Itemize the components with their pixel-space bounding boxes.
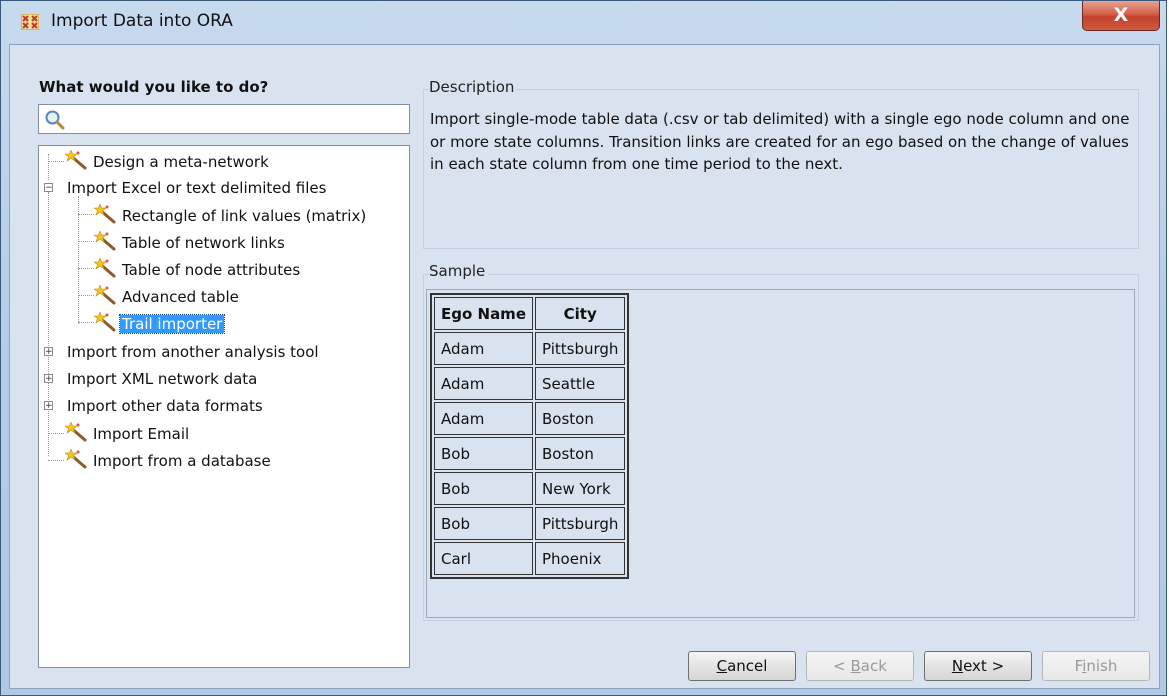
expand-toggle-analysis-tool[interactable]: + (44, 347, 53, 357)
table-row: Carl Phoenix (434, 542, 626, 575)
tree-item-label: Table of node attributes (122, 261, 301, 279)
search-icon (45, 110, 65, 130)
wizard-wand-icon (94, 204, 116, 224)
table-row: Adam Seattle (434, 367, 626, 400)
tree-item-label: Trail importer (118, 314, 226, 334)
tree-item-label: Design a meta-network (93, 153, 269, 171)
table-cell: Bob (434, 437, 533, 470)
table-row: Bob Boston (434, 437, 626, 470)
finish-label: nish (1086, 657, 1118, 675)
next-label: ext > (963, 657, 1005, 675)
table-cell: Adam (434, 332, 533, 365)
tree-item-import-database[interactable]: Import from a database (65, 449, 273, 471)
wizard-wand-icon (65, 449, 87, 469)
table-row: Adam Boston (434, 402, 626, 435)
table-cell: Boston (535, 437, 626, 470)
cancel-label: ancel (727, 657, 768, 675)
tree-item-node-attributes[interactable]: Table of node attributes (94, 258, 302, 280)
import-dialog-window: Import Data into ORA X What would you li… (0, 0, 1167, 696)
back-label: ack (860, 657, 887, 675)
table-row: Bob Pittsburgh (434, 507, 626, 540)
expand-toggle-xml[interactable]: + (44, 374, 53, 384)
tree-item-import-email[interactable]: Import Email (65, 422, 191, 444)
wizard-wand-icon (94, 285, 116, 305)
tree-item-label: Import Email (93, 425, 190, 443)
table-cell: Adam (434, 402, 533, 435)
table-row: Bob New York (434, 472, 626, 505)
wizard-wand-icon (94, 231, 116, 251)
wizard-wand-icon (94, 312, 116, 332)
sample-title: Sample (429, 262, 489, 280)
tree-item-other-data-formats[interactable]: Import other data formats (65, 395, 265, 417)
table-row: Adam Pittsburgh (434, 332, 626, 365)
import-options-tree[interactable]: − + + + Design a meta-network Import Exc… (38, 145, 410, 668)
table-cell: Boston (535, 402, 626, 435)
task-heading: What would you like to do? (39, 78, 269, 96)
back-prefix: < (833, 657, 851, 675)
description-text: Import single-mode table data (.csv or t… (430, 110, 1130, 173)
wizard-wand-icon (65, 150, 87, 170)
sample-table: Ego Name City Adam Pittsburgh Adam Seattle… (430, 293, 630, 579)
tree-item-label: Table of network links (122, 234, 285, 252)
tree-item-label: Import Excel or text delimited files (67, 179, 327, 197)
table-cell: Bob (434, 507, 533, 540)
wizard-wand-icon (94, 258, 116, 278)
table-cell: Bob (434, 472, 533, 505)
table-cell: New York (535, 472, 626, 505)
tree-item-import-excel[interactable]: Import Excel or text delimited files (65, 177, 328, 199)
cancel-button[interactable]: Cancel (688, 651, 796, 681)
expand-toggle-other-formats[interactable]: + (44, 401, 53, 411)
close-button[interactable]: X (1082, 1, 1160, 31)
search-input[interactable] (38, 104, 410, 134)
column-header: Ego Name (434, 297, 533, 330)
tree-item-label: Rectangle of link values (matrix) (122, 207, 367, 225)
finish-button[interactable]: Finish (1042, 651, 1150, 681)
tree-item-rectangle-matrix[interactable]: Rectangle of link values (matrix) (94, 204, 368, 226)
dialog-client-area: What would you like to do? − + + + Desig… (9, 44, 1160, 689)
table-cell: Phoenix (535, 542, 626, 575)
window-title: Import Data into ORA (51, 11, 233, 31)
tree-item-advanced-table[interactable]: Advanced table (94, 285, 241, 307)
tree-item-label: Import from a database (93, 452, 271, 470)
tree-item-label: Import XML network data (67, 370, 258, 388)
tree-item-design-meta-network[interactable]: Design a meta-network (65, 150, 271, 172)
tree-item-label: Import from another analysis tool (67, 343, 319, 361)
table-cell: Pittsburgh (535, 332, 626, 365)
cancel-mnemonic: C (716, 657, 728, 675)
description-title: Description (429, 78, 518, 96)
collapse-toggle-excel[interactable]: − (44, 183, 53, 193)
table-header-row: Ego Name City (434, 297, 626, 330)
table-cell: Carl (434, 542, 533, 575)
tree-item-label: Advanced table (122, 288, 239, 306)
ora-app-icon (21, 14, 39, 30)
close-icon: X (1113, 4, 1129, 26)
table-cell: Seattle (535, 367, 626, 400)
wizard-wand-icon (65, 422, 87, 442)
back-mnemonic: B (850, 657, 861, 675)
tree-item-another-analysis-tool[interactable]: Import from another analysis tool (65, 341, 321, 363)
table-cell: Pittsburgh (535, 507, 626, 540)
tree-item-trail-importer[interactable]: Trail importer (94, 312, 226, 334)
tree-item-network-links[interactable]: Table of network links (94, 231, 287, 253)
tree-item-xml-network-data[interactable]: Import XML network data (65, 368, 259, 390)
table-cell: Adam (434, 367, 533, 400)
back-button[interactable]: < Back (806, 651, 914, 681)
next-mnemonic: N (951, 657, 964, 675)
next-button[interactable]: Next > (924, 651, 1032, 681)
tree-item-label: Import other data formats (67, 397, 263, 415)
column-header: City (535, 297, 626, 330)
title-bar[interactable]: Import Data into ORA X (1, 1, 1166, 43)
